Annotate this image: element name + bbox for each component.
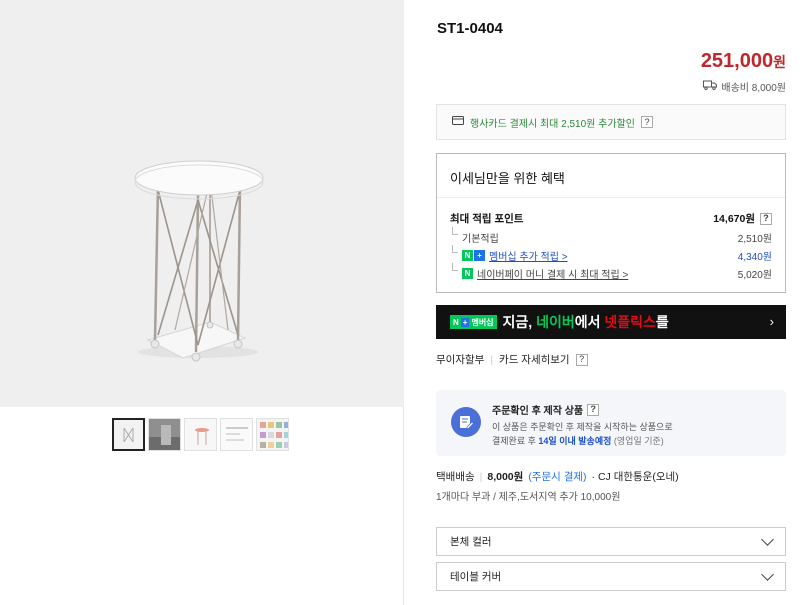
thumbnail-2[interactable] [148,418,181,451]
chevron-right-icon: › [769,314,774,329]
divider: | [479,470,483,483]
max-points-row: 최대 적립 포인트 14,670원 ? [450,211,772,226]
edit-note-icon [451,407,481,437]
help-icon[interactable]: ? [587,403,600,416]
option-label: 테이블 커버 [450,571,502,583]
netflix-promo-text: 지금, 네이버에서 넷플릭스를 [502,314,669,330]
thumbnail-strip [112,418,289,451]
benefit-label: 기본적립 [450,227,499,245]
delivery-extra-fee: 1개마다 부과 / 제주,도서지역 추가 10,000원 [436,492,621,503]
order-info-desc: 이 상품은 주문확인 후 제작을 시작하는 상품으로 결제완료 후 14일 이내… [492,420,673,448]
max-points-value: 14,670원 [713,213,755,225]
help-icon[interactable]: ? [575,353,588,366]
product-main-image[interactable] [0,0,404,407]
made-to-order-notice: 주문확인 후 제작 상품 ? 이 상품은 주문확인 후 제작을 시작하는 상품으… [436,390,786,456]
naverpay-icon: N [462,268,473,279]
delivery-method: 택배배송 [436,471,475,483]
benefit-value: 2,510원 [737,234,772,245]
benefit-box: 이세님만을 위한 혜택 최대 적립 포인트 14,670원 ? 기본적립 2,5… [436,153,786,293]
thumbnail-5[interactable] [256,418,289,451]
benefit-value: 4,340원 [737,252,772,263]
benefit-row-membership: N + 멤버십 추가 적립 > 4,340원 [450,245,772,263]
thumbnail-3[interactable] [184,418,217,451]
help-icon[interactable]: ? [760,212,772,225]
option-label: 본체 컬러 [450,536,492,548]
product-price: 251,000원 [701,50,786,73]
benefit-label-wrap: N 네이버페이 머니 결제 시 최대 적립 > [450,263,628,281]
naver-plus-badge: N + [462,250,485,261]
price-currency: 원 [773,54,786,70]
chevron-down-icon [761,567,774,581]
order-info-title: 주문확인 후 제작 상품 [492,406,584,417]
payment-options: 무이자할부 | 카드 자세히보기 ? [436,352,588,367]
membership-link[interactable]: 멤버십 추가 적립 > [489,248,568,263]
benefit-label-wrap: N + 멤버십 추가 적립 > [450,245,568,263]
truck-icon [703,80,718,93]
membership-tag: N + 멤버십 [450,315,497,329]
naverpay-link[interactable]: 네이버페이 머니 결제 시 최대 적립 > [477,266,628,281]
delivery-info: 택배배송 | 8,000원 (주문시 결제) · CJ 대한통운(오네) [436,469,679,484]
card-discount-text: 행사카드 결제시 최대 2,510원 추가할인 [470,118,635,130]
card-detail-link[interactable]: 카드 자세히보기 [499,352,570,367]
max-points-label: 최대 적립 포인트 [450,213,524,225]
installment-label: 무이자할부 [436,354,485,366]
shipping-fee-label: 배송비 8,000원 [721,83,786,94]
option-select-body-color[interactable]: 본체 컬러 [436,527,786,556]
thumbnail-1[interactable] [112,418,145,451]
product-title: ST1-0404 [437,20,503,37]
price-value: 251,000 [700,50,774,72]
card-discount-banner[interactable]: 행사카드 결제시 최대 2,510원 추가할인 ? [436,104,786,140]
order-info-line2: 결제완료 후 14일 이내 발송예정 (영업일 기준) [492,436,664,446]
product-gallery [0,0,404,605]
product-info-panel: ST1-0404 251,000원 배송비 8,000원 행사카드 결제시 최대… [405,0,800,605]
delivery-fee-note: (주문시 결제) [528,471,587,483]
benefit-row-basic: 기본적립 2,510원 [450,227,772,245]
order-info-title-row: 주문확인 후 제작 상품 ? [492,402,600,417]
credit-card-icon [452,116,464,128]
benefit-value: 5,020원 [737,270,772,281]
divider: | [490,353,494,366]
courier-name: · CJ 대한통운(오네) [591,471,679,483]
delivery-fee: 8,000원 [487,471,524,483]
option-select-table-cover[interactable]: 테이블 커버 [436,562,786,591]
thumbnail-4[interactable] [220,418,253,451]
benefit-title: 이세님만을 위한 혜택 [437,154,785,198]
benefit-row-naverpay: N 네이버페이 머니 결제 시 최대 적립 > 5,020원 [450,263,772,281]
help-icon[interactable]: ? [640,116,653,128]
shipping-fee: 배송비 8,000원 [703,79,786,94]
chevron-down-icon [761,532,774,546]
netflix-promo-banner[interactable]: N + 멤버십 지금, 네이버에서 넷플릭스를 › [436,305,786,339]
order-info-line1: 이 상품은 주문확인 후 제작을 시작하는 상품으로 [492,422,673,432]
